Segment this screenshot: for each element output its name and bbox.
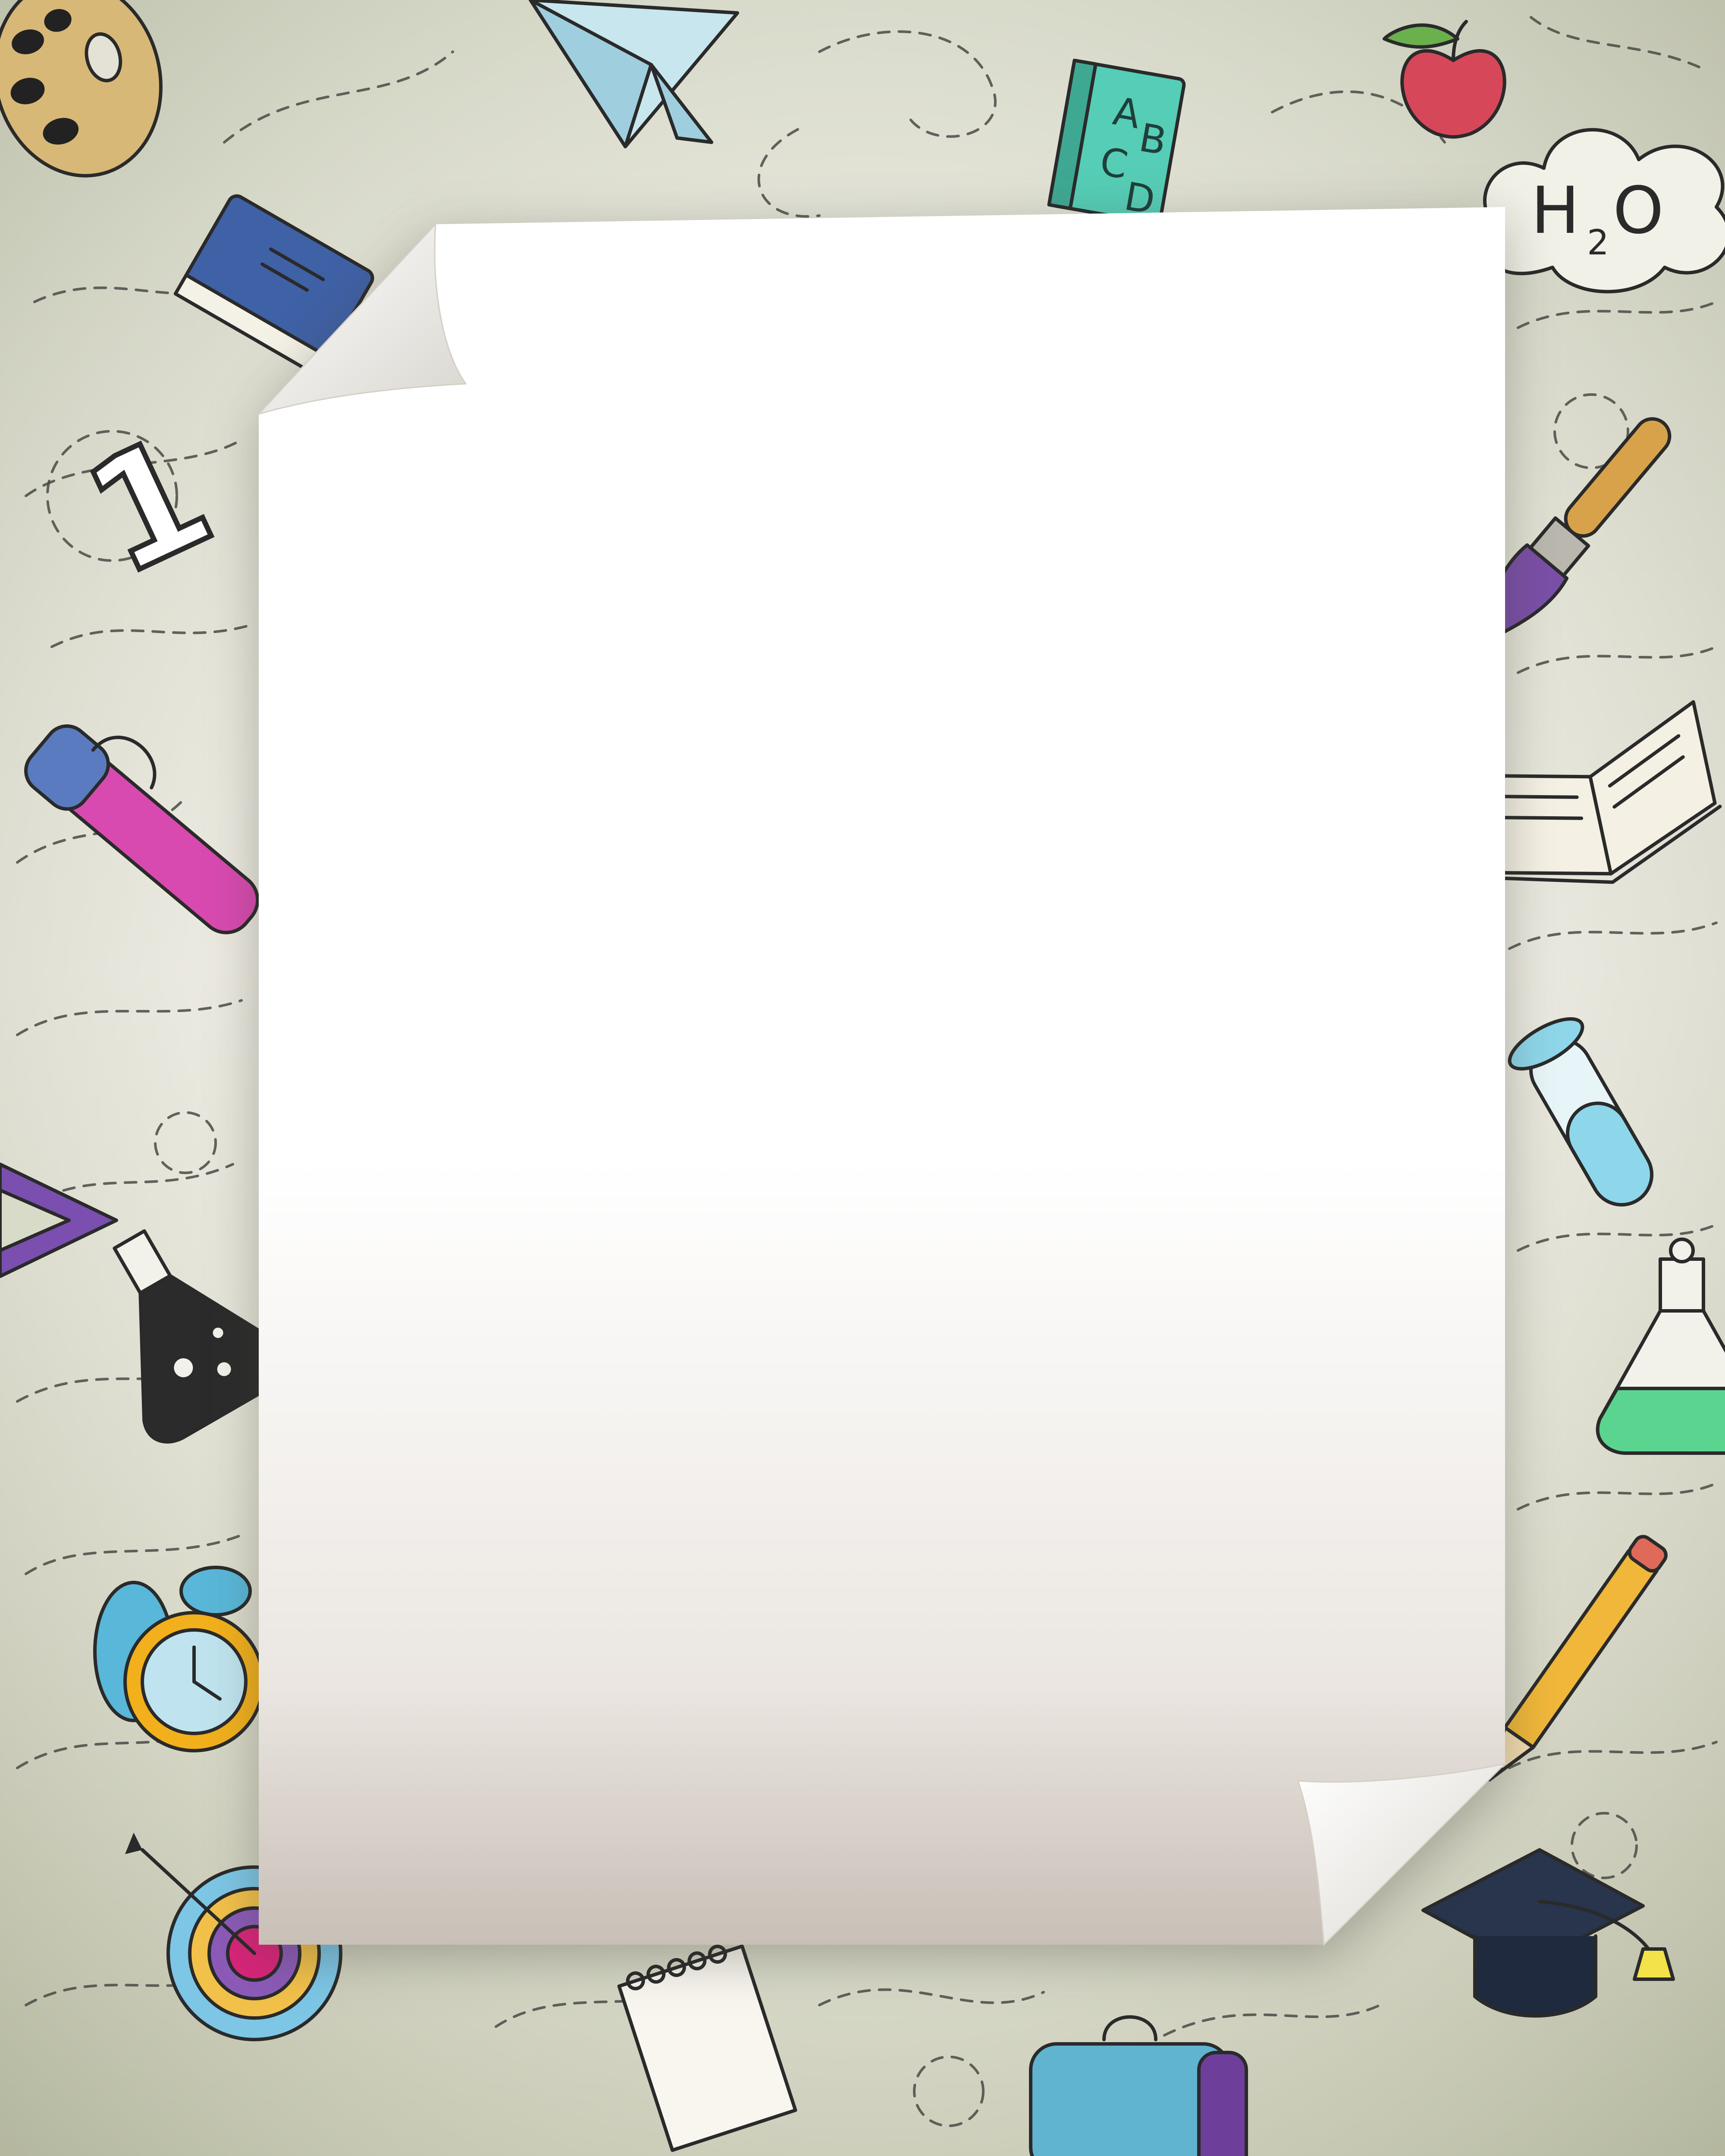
blank-paper-sheet xyxy=(257,207,1507,1946)
h2o-subscript: 2 xyxy=(1587,222,1609,263)
paper-sheet-body xyxy=(259,207,1505,1945)
h2o-tail: O xyxy=(1613,173,1664,248)
h2o-label: H xyxy=(1531,173,1580,248)
school-doodle-scene: A B C D H 2 O 1 xyxy=(0,0,1725,2156)
abc-book-icon: A B C D xyxy=(1047,59,1186,225)
